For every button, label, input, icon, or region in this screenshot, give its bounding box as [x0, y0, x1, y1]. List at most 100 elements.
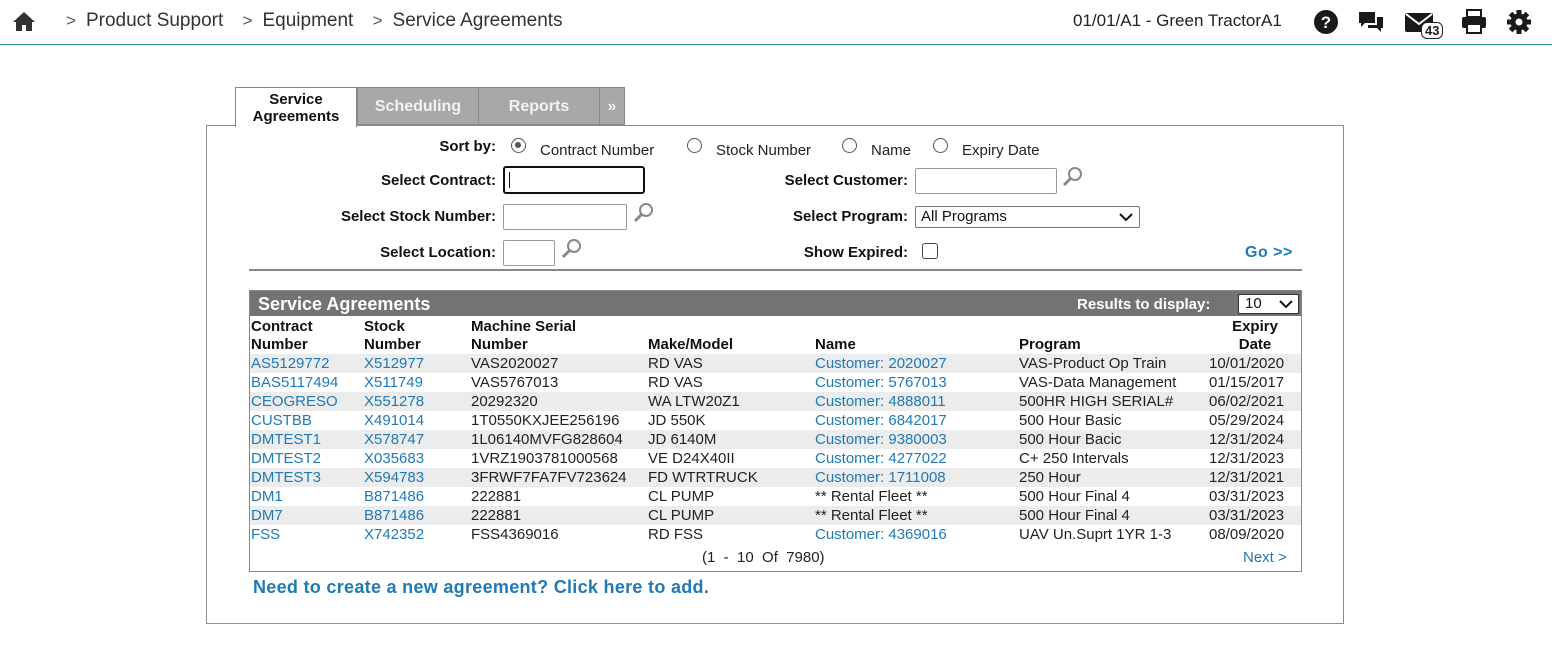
col-expiry-date[interactable]: Expiry Date [1210, 318, 1300, 354]
make-model-cell: CL PUMP [648, 507, 715, 524]
chevron-down-icon [1279, 300, 1293, 309]
program-cell: C+ 250 Intervals [1019, 450, 1129, 467]
customer-link[interactable]: Customer: 2020027 [815, 354, 947, 373]
print-icon[interactable] [1460, 9, 1488, 35]
customer-link[interactable]: Customer: 6842017 [815, 411, 947, 430]
grid-title: Service Agreements [258, 294, 431, 314]
sort-contract-label[interactable]: Contract Number [540, 142, 654, 159]
select-program-label: Select Program: [792, 208, 908, 225]
machine-serial-cell: 20292320 [471, 393, 538, 410]
contract-number-link[interactable]: CEOGRESO [251, 392, 338, 411]
store-label[interactable]: 01/01/A1 - Green TractorA1 [1073, 11, 1282, 31]
col-serial-line2: Number [471, 336, 528, 353]
go-button[interactable]: Go >> [1245, 244, 1293, 262]
stock-number-link[interactable]: X512977 [364, 354, 424, 373]
select-program-value: All Programs [921, 208, 1007, 225]
breadcrumb-equipment[interactable]: Equipment [262, 10, 353, 31]
customer-link[interactable]: Customer: 9380003 [815, 430, 947, 449]
col-make-model[interactable]: Make/Model [648, 336, 733, 354]
customer-link[interactable]: Customer: 5767013 [815, 373, 947, 392]
breadcrumb-product-support[interactable]: Product Support [86, 10, 223, 31]
stock-number-link[interactable]: B871486 [364, 506, 424, 525]
select-contract-input[interactable] [503, 166, 645, 194]
sort-stock-label[interactable]: Stock Number [716, 142, 811, 159]
stock-search-icon[interactable] [633, 202, 655, 224]
svg-text:?: ? [1321, 13, 1331, 32]
contract-number-link[interactable]: DMTEST3 [251, 468, 321, 487]
gear-icon[interactable] [1505, 9, 1533, 35]
stock-number-link[interactable]: X491014 [364, 411, 424, 430]
expiry-date-cell: 12/31/2024 [1209, 431, 1285, 448]
stock-number-link[interactable]: X551278 [364, 392, 424, 411]
sort-name-label[interactable]: Name [871, 142, 911, 159]
expiry-date-cell: 03/31/2023 [1209, 488, 1285, 505]
customer-link[interactable]: Customer: 4888011 [815, 392, 946, 411]
contract-number-link[interactable]: FSS [251, 525, 280, 544]
col-contract-number[interactable]: Contract Number [251, 318, 313, 354]
select-customer-label: Select Customer: [784, 172, 908, 189]
stock-number-link[interactable]: X742352 [364, 525, 424, 544]
contract-number-link[interactable]: DM1 [251, 487, 283, 506]
contract-number-link[interactable]: DMTEST1 [251, 430, 321, 449]
col-machine-serial[interactable]: Machine Serial Number [471, 318, 576, 354]
table-row: DMTEST2 X035683 1VRZ1903781000568 VE D24X40… [250, 449, 1301, 468]
select-stock-number-input[interactable] [503, 204, 627, 230]
select-program-dropdown[interactable]: All Programs [915, 206, 1140, 228]
stock-number-link[interactable]: X578747 [364, 430, 424, 449]
select-location-input[interactable] [503, 240, 555, 266]
program-cell: 500 Hour Final 4 [1019, 507, 1130, 524]
make-model-cell: RD VAS [648, 355, 703, 372]
sort-name-radio[interactable] [842, 138, 857, 153]
results-to-display-select[interactable]: 10 [1238, 294, 1299, 314]
customer-search-icon[interactable] [1062, 166, 1084, 188]
chat-icon[interactable] [1357, 9, 1385, 35]
contract-number-link[interactable]: DMTEST2 [251, 449, 321, 468]
col-program[interactable]: Program [1019, 336, 1081, 354]
contract-number-link[interactable]: DM7 [251, 506, 283, 525]
machine-serial-cell: VAS2020027 [471, 355, 559, 372]
breadcrumb: > Product Support > Equipment > Service Agr… [66, 10, 577, 32]
make-model-cell: RD VAS [648, 374, 703, 391]
sort-stock-radio[interactable] [687, 138, 702, 153]
customer-link[interactable]: Customer: 1711008 [815, 468, 946, 487]
make-model-cell: CL PUMP [648, 488, 715, 505]
tab-more[interactable]: » [599, 87, 625, 125]
next-page-link[interactable]: Next > [1243, 549, 1287, 566]
stock-number-link[interactable]: B871486 [364, 487, 424, 506]
stock-number-link[interactable]: X594783 [364, 468, 424, 487]
home-icon[interactable] [12, 10, 36, 32]
col-stock-number[interactable]: Stock Number [364, 318, 421, 354]
sort-expiry-radio[interactable] [933, 138, 948, 153]
col-stock-line1: Stock [364, 318, 405, 335]
show-expired-checkbox[interactable] [922, 243, 938, 259]
add-agreement-link[interactable]: Need to create a new agreement? Click he… [253, 577, 709, 598]
table-row: DMTEST3 X594783 3FRWF7FA7FV723624 FD WTRTRU… [250, 468, 1301, 487]
contract-number-link[interactable]: BAS5117494 [251, 373, 338, 392]
col-expiry-line1: Expiry [1232, 318, 1278, 335]
expiry-date-cell: 08/09/2020 [1209, 526, 1285, 543]
tab-service-agreements[interactable]: Service Agreements [235, 87, 357, 127]
stock-number-link[interactable]: X511749 [364, 373, 423, 392]
sort-by-label: Sort by: [439, 138, 496, 155]
program-cell: VAS-Data Management [1019, 374, 1177, 391]
program-cell: 500 Hour Basic [1019, 412, 1122, 429]
sort-contract-radio[interactable] [511, 138, 526, 153]
col-contract-line2: Number [251, 336, 308, 353]
tab-scheduling[interactable]: Scheduling [357, 87, 479, 125]
customer-link[interactable]: Customer: 4369016 [815, 525, 947, 544]
select-contract-label: Select Contract: [380, 172, 496, 189]
customer-link[interactable]: Customer: 4277022 [815, 449, 947, 468]
select-customer-input[interactable] [915, 168, 1057, 194]
tab-reports[interactable]: Reports [478, 87, 600, 125]
contract-number-link[interactable]: CUSTBB [251, 411, 312, 430]
stock-number-link[interactable]: X035683 [364, 449, 424, 468]
contract-number-link[interactable]: AS5129772 [251, 354, 329, 373]
col-name[interactable]: Name [815, 336, 856, 354]
sort-expiry-label[interactable]: Expiry Date [962, 142, 1040, 159]
location-search-icon[interactable] [561, 238, 583, 260]
make-model-cell: RD FSS [648, 526, 704, 543]
help-icon[interactable]: ? [1312, 9, 1340, 35]
expiry-date-cell: 12/31/2023 [1209, 450, 1285, 467]
table-row: AS5129772 X512977 VAS2020027 RD VAS Customer… [250, 354, 1301, 373]
program-cell: 500 Hour Final 4 [1019, 488, 1130, 505]
